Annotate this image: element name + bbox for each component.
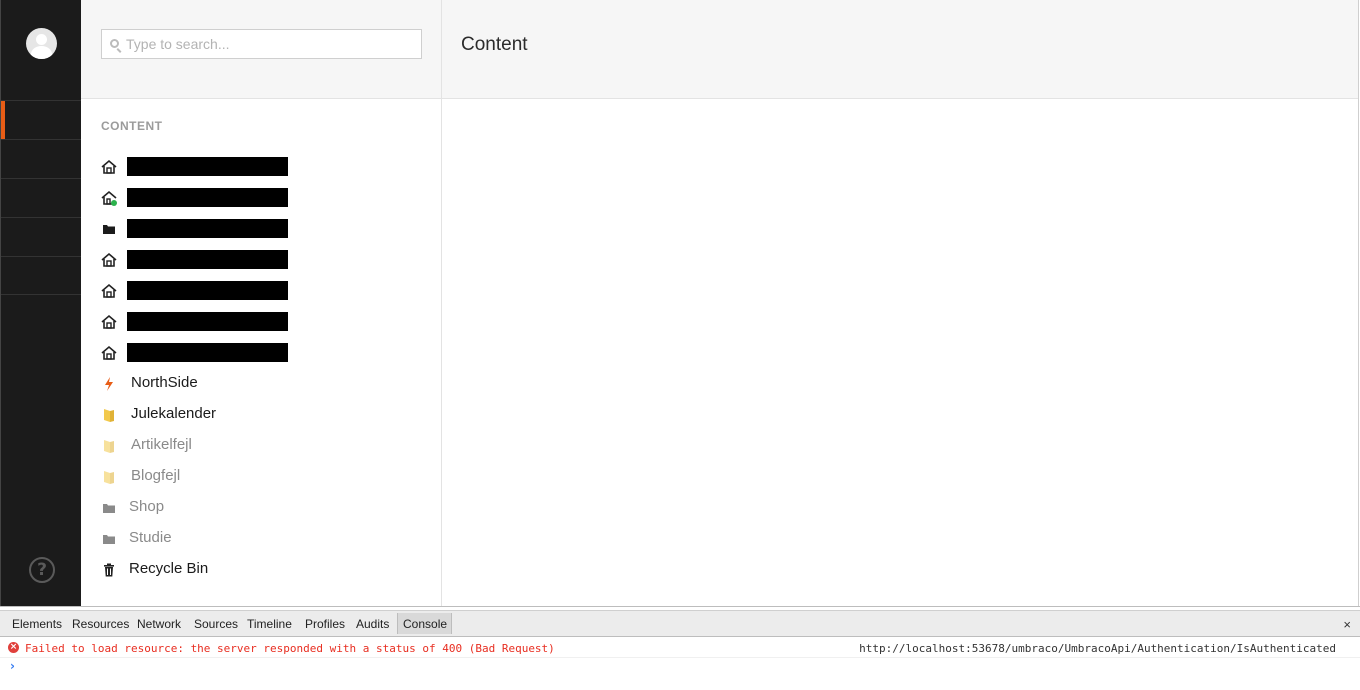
devtools-tab-sources[interactable]: Sources (194, 617, 238, 631)
redacted-node-label (127, 312, 288, 331)
home-icon (101, 283, 117, 299)
tree-node[interactable] (81, 306, 441, 337)
section-item-3[interactable] (1, 178, 82, 217)
trash-icon (101, 562, 117, 578)
home-icon (101, 314, 117, 330)
redacted-node-label (127, 343, 288, 362)
devtools-tab-console[interactable]: Console (397, 613, 453, 634)
redacted-node-label (127, 250, 288, 269)
section-item-4[interactable] (1, 217, 82, 256)
tree-node[interactable]: Recycle Bin (81, 554, 441, 585)
devtools-tab-profiles[interactable]: Profiles (305, 617, 345, 631)
tree-node-label: Studie (129, 529, 172, 546)
tree-node[interactable]: Blogfejl (81, 461, 441, 492)
avatar-head-shape (36, 34, 47, 45)
search-icon (110, 39, 119, 48)
tree-node[interactable] (81, 182, 441, 213)
devtools-panel: × Elements Resources Network Sources Timelin… (0, 606, 1360, 690)
console-error-source-link[interactable]: http://localhost:53678/umbraco/UmbracoAp… (859, 642, 1336, 655)
folder-icon (101, 500, 117, 516)
tree-node[interactable]: Artikelfejl (81, 430, 441, 461)
section-item-content[interactable] (1, 100, 82, 140)
console-error-row: × Failed to load resource: the server re… (0, 639, 1360, 658)
user-avatar[interactable] (26, 28, 57, 59)
yellow-folder-icon (101, 438, 117, 454)
devtools-close-icon[interactable]: × (1343, 617, 1351, 632)
devtools-tab-timeline[interactable]: Timeline (247, 617, 292, 631)
devtools-tab-audits[interactable]: Audits (356, 617, 389, 631)
tree-node-label: Shop (129, 498, 165, 515)
section-sidebar: ? (0, 0, 82, 606)
home-icon (101, 159, 117, 175)
tree-node[interactable] (81, 337, 441, 368)
tree-node-label: Recycle Bin (129, 560, 209, 577)
tree-node[interactable]: Studie (81, 523, 441, 554)
folder-icon (101, 531, 117, 547)
main-editor: Content (442, 0, 1359, 606)
home-published-icon (101, 190, 117, 206)
tree-node[interactable] (81, 213, 441, 244)
redacted-node-label (127, 188, 288, 207)
content-tree: NorthSide Julekalender Artikelfejl Blogfejl… (81, 151, 441, 585)
home-icon (101, 252, 117, 268)
tree-node[interactable] (81, 151, 441, 182)
tree-node-label: Artikelfejl (131, 436, 192, 453)
console-prompt[interactable]: › (10, 659, 15, 673)
section-list (1, 100, 82, 295)
tree-node-label: Blogfejl (131, 467, 181, 484)
avatar-body-shape (31, 46, 52, 59)
redacted-node-label (127, 157, 288, 176)
tree-panel: CONTENT NorthSide Julekalender Artikelfejl… (81, 0, 442, 606)
umbraco-backoffice: ? CONTENT NorthSide Julekalender Artikelfe… (0, 0, 1360, 606)
redacted-node-label (127, 281, 288, 300)
tree-node[interactable] (81, 275, 441, 306)
section-item-5[interactable] (1, 256, 82, 295)
error-icon: × (8, 642, 19, 653)
help-icon[interactable]: ? (29, 557, 55, 583)
lightning-icon (101, 376, 117, 392)
devtools-tab-elements[interactable]: Elements (12, 617, 62, 631)
tree-node[interactable]: Shop (81, 492, 441, 523)
tree-node[interactable] (81, 244, 441, 275)
tree-title: CONTENT (101, 119, 163, 133)
tree-node-label: NorthSide (131, 374, 198, 391)
tree-header (81, 0, 441, 99)
yellow-folder-icon (101, 407, 117, 423)
tree-node-label: Julekalender (131, 405, 217, 422)
home-icon (101, 345, 117, 361)
tree-node[interactable]: Julekalender (81, 399, 441, 430)
console-error-message: Failed to load resource: the server resp… (25, 642, 555, 655)
yellow-folder-icon (101, 469, 117, 485)
search-input[interactable] (126, 30, 416, 58)
folder-dark-icon (101, 221, 117, 237)
editor-header: Content (442, 0, 1358, 99)
redacted-node-label (127, 219, 288, 238)
devtools-tab-network[interactable]: Network (137, 617, 181, 631)
devtools-tabbar: × Elements Resources Network Sources Timelin… (0, 610, 1360, 637)
devtools-tab-resources[interactable]: Resources (72, 617, 129, 631)
section-item-2[interactable] (1, 139, 82, 178)
search-box (101, 29, 422, 59)
tree-node[interactable]: NorthSide (81, 368, 441, 399)
page-title: Content (461, 34, 528, 55)
